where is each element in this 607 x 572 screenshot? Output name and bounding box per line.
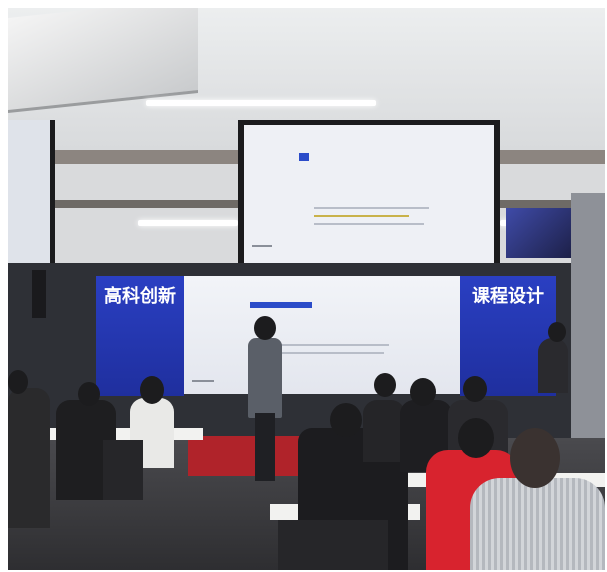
audience-head	[463, 376, 487, 402]
slide-footer	[252, 245, 272, 247]
audience-head	[548, 322, 566, 342]
presenter-legs	[255, 413, 275, 481]
audience-head	[410, 378, 436, 406]
ceiling-light	[146, 100, 376, 106]
right-banner-text: 课程设计	[472, 286, 544, 307]
slide-text-line	[314, 207, 429, 209]
chair	[278, 520, 388, 570]
audience-head	[330, 403, 362, 437]
audience-member	[8, 388, 50, 528]
audience-head	[78, 382, 100, 406]
left-banner-panel: 高科创新	[96, 276, 184, 396]
presenter-head	[254, 316, 276, 340]
hanging-tv-screen	[244, 125, 494, 263]
chair	[103, 440, 143, 500]
left-display	[8, 120, 55, 270]
audience-head	[8, 370, 28, 394]
audience-head	[374, 373, 396, 397]
slide-title	[314, 151, 364, 161]
audience-plaid-shirt	[470, 478, 605, 570]
slide-text-line	[279, 344, 389, 346]
slide-bullet-icon	[299, 153, 309, 161]
main-led-screen	[184, 276, 470, 394]
audience-member	[538, 338, 568, 393]
slide-footer	[192, 380, 214, 382]
ceiling-light	[138, 220, 238, 226]
slide-text-line	[314, 223, 424, 225]
window-blue-light	[506, 208, 571, 258]
left-banner-text: 高科创新	[104, 286, 176, 307]
slide-heading	[250, 302, 312, 308]
audience-head	[510, 428, 560, 488]
slide-text-line	[314, 215, 409, 217]
presenter	[248, 338, 282, 418]
audience-member	[363, 400, 405, 462]
slide-text-line	[279, 352, 384, 354]
classroom-photo: 高科创新 课程设计	[8, 8, 605, 570]
speaker-box	[32, 270, 46, 318]
audience-head	[140, 376, 164, 404]
audience-head	[458, 418, 494, 458]
